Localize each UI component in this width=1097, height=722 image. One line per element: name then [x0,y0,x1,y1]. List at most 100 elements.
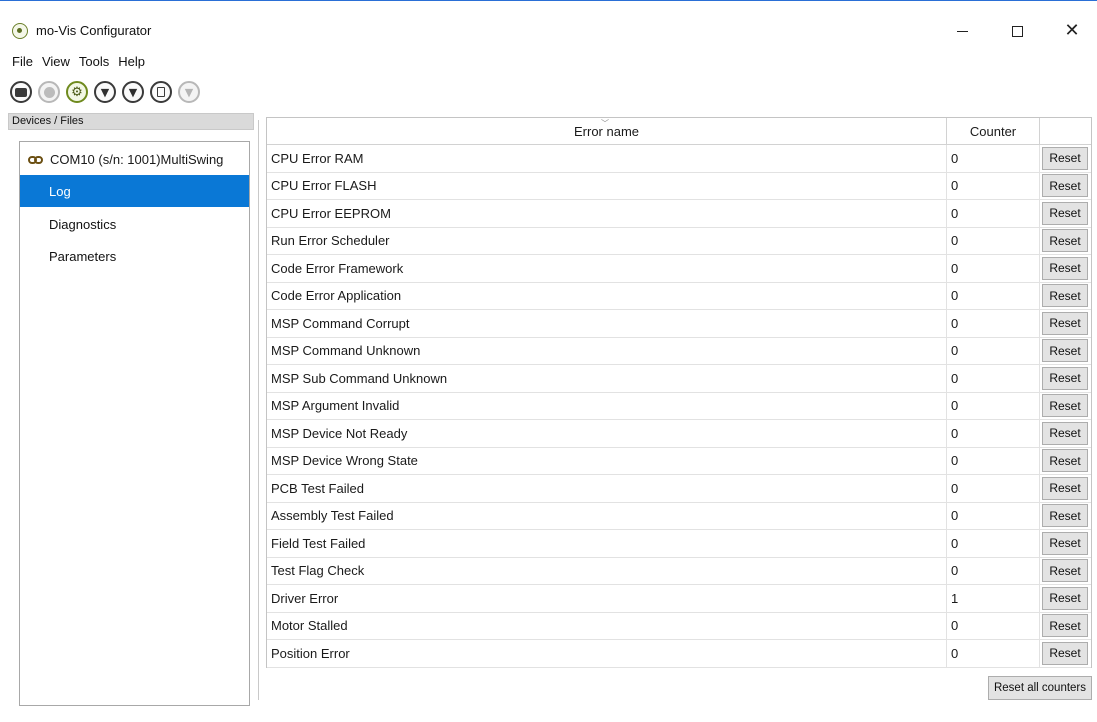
download-to-device-button[interactable]: ▼ [94,81,116,103]
column-header-counter[interactable]: Counter [947,118,1040,144]
action-cell: Reset [1040,530,1091,557]
download-from-device-button[interactable]: ▼ [122,81,144,103]
table-header: ﹀ Error name Counter [267,118,1091,145]
error-name-cell: Code Error Application [267,282,947,309]
table-row: Field Test Failed 0 Reset [267,530,1091,558]
reset-button[interactable]: Reset [1042,394,1088,418]
configure-button[interactable]: ⚙ [66,81,88,103]
action-cell: Reset [1040,503,1091,530]
reset-button[interactable]: Reset [1042,311,1088,335]
close-button[interactable]: ✕ [1049,14,1095,48]
error-name-cell: MSP Device Not Ready [267,420,947,447]
reset-button[interactable]: Reset [1042,559,1088,583]
reset-button[interactable]: Reset [1042,229,1088,253]
report-document-icon [157,87,165,97]
device-label: COM10 (s/n: 1001)MultiSwing [50,152,224,167]
error-name-cell: MSP Command Corrupt [267,310,947,337]
tree-item-parameters[interactable]: Parameters [20,240,249,272]
reset-button[interactable]: Reset [1042,449,1088,473]
error-name-cell: MSP Argument Invalid [267,392,947,419]
report-button[interactable] [150,81,172,103]
menu-tools[interactable]: Tools [79,54,109,69]
gear-icon: ⚙ [71,84,83,100]
tree-item-label: Parameters [49,248,117,264]
table-row: Code Error Application 0 Reset [267,282,1091,310]
reset-button[interactable]: Reset [1042,366,1088,390]
counter-cell: 0 [947,640,1040,667]
arrow-down-icon: ▼ [184,85,194,99]
reset-button[interactable]: Reset [1042,201,1088,225]
reset-button[interactable]: Reset [1042,421,1088,445]
reset-button[interactable]: Reset [1042,531,1088,555]
open-folder-icon [15,87,27,97]
reset-button[interactable]: Reset [1042,504,1088,528]
error-name-cell: MSP Command Unknown [267,337,947,364]
action-cell: Reset [1040,173,1091,200]
reset-button[interactable]: Reset [1042,476,1088,500]
window-title: mo-Vis Configurator [36,23,152,38]
action-cell: Reset [1040,475,1091,502]
close-icon: ✕ [1064,20,1080,41]
table-row: MSP Device Wrong State 0 Reset [267,447,1091,475]
sort-indicator-icon: ﹀ [601,119,609,128]
tree-item-diagnostics[interactable]: Diagnostics [20,208,249,240]
table-row: Driver Error 1 Reset [267,585,1091,613]
error-name-cell: CPU Error EEPROM [267,200,947,227]
error-name-cell: CPU Error RAM [267,145,947,172]
maximize-button[interactable] [994,14,1040,48]
reset-button[interactable]: Reset [1042,641,1088,665]
device-settings-icon [43,86,55,98]
reset-button[interactable]: Reset [1042,174,1088,198]
counter-cell: 0 [947,282,1040,309]
minimize-icon [956,30,968,32]
action-cell: Reset [1040,310,1091,337]
counter-cell: 0 [947,612,1040,639]
error-name-cell: CPU Error FLASH [267,172,947,199]
title-bar: mo-Vis Configurator ✕ [0,14,1097,48]
reset-button[interactable]: Reset [1042,339,1088,363]
link-icon [28,155,44,164]
reset-all-counters-button[interactable]: Reset all counters [988,676,1092,700]
error-name-cell: Assembly Test Failed [267,502,947,529]
device-settings-button[interactable] [38,81,60,103]
error-name-cell: Position Error [267,640,947,667]
tree-item-log[interactable]: Log [20,175,249,207]
column-header-error-name[interactable]: ﹀ Error name [267,118,947,144]
action-cell: Reset [1040,448,1091,475]
table-row: MSP Command Unknown 0 Reset [267,337,1091,365]
action-cell: Reset [1040,228,1091,255]
table-row: MSP Device Not Ready 0 Reset [267,420,1091,448]
action-cell: Reset [1040,338,1091,365]
error-name-cell: Motor Stalled [267,612,947,639]
counter-cell: 0 [947,145,1040,172]
counter-cell: 0 [947,337,1040,364]
toolbar: ⚙ ▼ ▼ ▼ [10,78,206,106]
app-logo-icon [12,23,28,39]
table-row: Code Error Framework 0 Reset [267,255,1091,283]
error-name-cell: Field Test Failed [267,530,947,557]
table-body: CPU Error RAM 0 Reset CPU Error FLASH 0 Reset… [267,145,1091,668]
reset-button[interactable]: Reset [1042,256,1088,280]
device-node[interactable]: COM10 (s/n: 1001)MultiSwing [28,152,223,167]
arrow-down-button[interactable]: ▼ [178,81,200,103]
reset-button[interactable]: Reset [1042,284,1088,308]
reset-button[interactable]: Reset [1042,146,1088,170]
counter-cell: 0 [947,447,1040,474]
reset-button[interactable]: Reset [1042,586,1088,610]
action-cell: Reset [1040,393,1091,420]
error-name-cell: PCB Test Failed [267,475,947,502]
minimize-button[interactable] [939,14,985,48]
action-cell: Reset [1040,283,1091,310]
counter-cell: 0 [947,227,1040,254]
panel-splitter[interactable] [258,120,259,700]
menu-help[interactable]: Help [118,54,145,69]
action-cell: Reset [1040,145,1091,172]
action-cell: Reset [1040,613,1091,640]
download-to-device-icon: ▼ [100,85,110,99]
open-folder-button[interactable] [10,81,32,103]
table-row: MSP Command Corrupt 0 Reset [267,310,1091,338]
menu-file[interactable]: File [12,54,33,69]
counter-cell: 0 [947,475,1040,502]
reset-button[interactable]: Reset [1042,614,1088,638]
menu-view[interactable]: View [42,54,70,69]
